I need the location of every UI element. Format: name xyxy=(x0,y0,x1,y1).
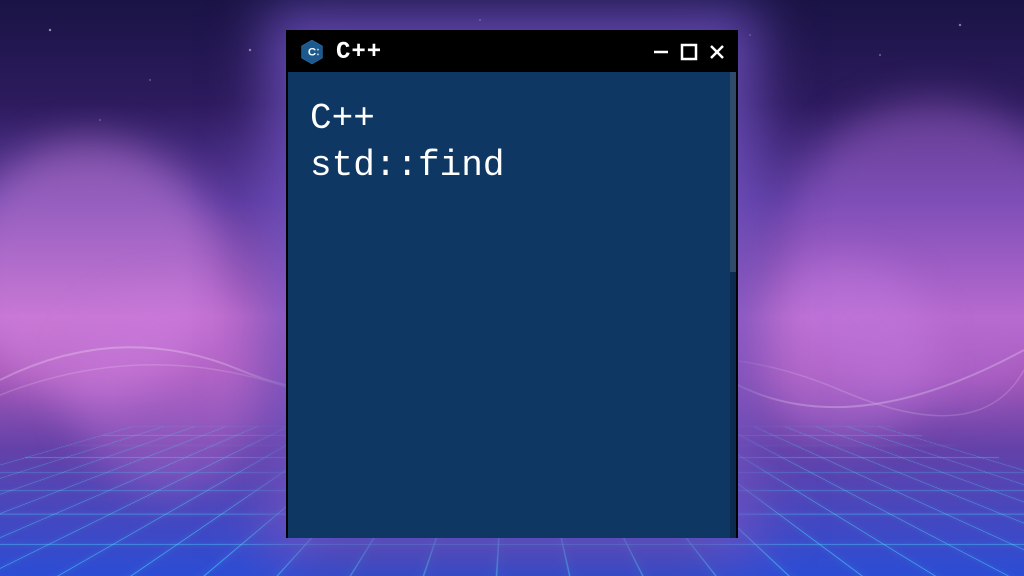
window-title: C++ xyxy=(336,39,642,66)
scrollbar-track[interactable] xyxy=(730,72,736,538)
maximize-button[interactable] xyxy=(680,43,698,61)
app-window: C + + C++ C++ std::find xyxy=(286,30,738,538)
window-controls xyxy=(652,43,726,61)
cpp-hex-icon: C + + xyxy=(298,38,326,66)
scrollbar-thumb[interactable] xyxy=(730,72,736,272)
content-line-1: C++ xyxy=(310,96,714,143)
minimize-button[interactable] xyxy=(652,43,670,61)
close-button[interactable] xyxy=(708,43,726,61)
titlebar[interactable]: C + + C++ xyxy=(288,32,736,72)
window-body: C++ std::find xyxy=(288,72,736,538)
content-line-2: std::find xyxy=(310,143,714,190)
svg-text:C: C xyxy=(308,47,316,59)
